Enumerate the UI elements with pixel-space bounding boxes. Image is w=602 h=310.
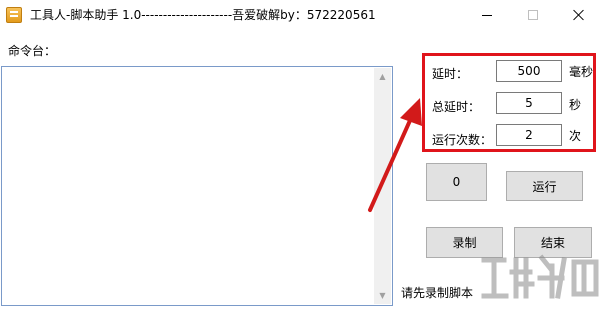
scroll-down-icon[interactable]: ▼	[374, 287, 391, 304]
delay-unit: 毫秒	[569, 65, 594, 79]
watermark-logo-icon	[481, 254, 599, 299]
run-button[interactable]: 运行	[506, 171, 583, 201]
run-count-label: 运行次数：	[432, 133, 493, 147]
delay-label: 延时：	[432, 67, 469, 81]
console-panel: ▲ ▼	[1, 66, 393, 306]
run-count-unit: 次	[569, 129, 582, 143]
window-title: 工具人-脚本助手 1.0---------------------吾爱破解by：…	[30, 8, 376, 22]
app-icon	[6, 7, 22, 23]
scroll-up-icon[interactable]: ▲	[374, 68, 391, 85]
annotation-arrow-icon	[368, 98, 422, 212]
console-label: 命令台：	[8, 44, 57, 58]
delay-input[interactable]	[496, 60, 562, 82]
close-button[interactable]	[556, 0, 602, 30]
total-delay-unit: 秒	[569, 98, 582, 112]
console-textarea[interactable]	[4, 69, 374, 303]
counter-button[interactable]: 0	[426, 163, 487, 201]
total-delay-input[interactable]	[496, 92, 562, 114]
minimize-icon	[482, 14, 492, 16]
maximize-icon	[528, 10, 538, 20]
close-icon	[573, 9, 585, 21]
total-delay-label: 总延时：	[432, 100, 481, 114]
run-count-input[interactable]	[496, 124, 562, 146]
app-window: 工具人-脚本助手 1.0---------------------吾爱破解by：…	[0, 0, 602, 310]
minimize-button[interactable]	[464, 0, 510, 30]
maximize-button[interactable]	[510, 0, 556, 30]
title-bar[interactable]: 工具人-脚本助手 1.0---------------------吾爱破解by：…	[0, 0, 602, 30]
